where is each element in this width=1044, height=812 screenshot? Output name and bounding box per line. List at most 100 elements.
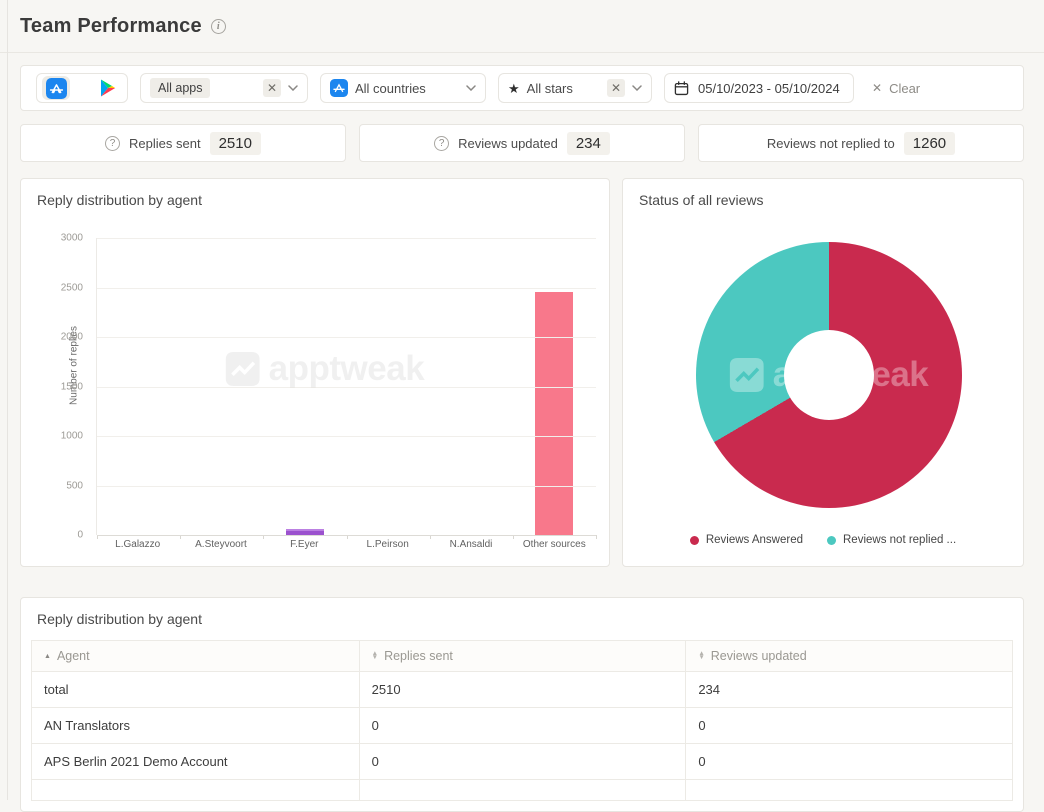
stat-value: 1260 [904, 132, 955, 155]
legend-label: Reviews Answered [706, 534, 803, 546]
sort-icon[interactable]: ▲▼ [372, 652, 378, 660]
help-icon[interactable]: ? [434, 136, 449, 151]
y-axis-ticks: 050010001500200025003000 [21, 238, 91, 535]
donut-hole [784, 330, 874, 420]
column-header-agent[interactable]: ▲ Agent [32, 641, 360, 672]
table-row [32, 780, 1013, 801]
stat-label: Reviews updated [458, 136, 558, 151]
stars-filter[interactable]: ★ All stars ✕ [498, 73, 652, 103]
x-axis-label: N.Ansaldi [429, 539, 512, 550]
agents-table: ▲ Agent ▲▼ Replies sent ▲▼ Reviews updated to… [31, 640, 1013, 801]
x-axis-label: F.Eyer [263, 539, 346, 550]
stat-value: 234 [567, 132, 610, 155]
table-cell: total [32, 672, 360, 708]
star-icon: ★ [508, 82, 520, 95]
google-play-toggle-button[interactable] [94, 76, 122, 100]
stat-label: Replies sent [129, 136, 201, 151]
bar [535, 292, 573, 535]
grid-line [97, 238, 596, 239]
column-header-label: Replies sent [384, 649, 453, 663]
apps-filter[interactable]: All apps ✕ [140, 73, 308, 103]
sort-icon[interactable]: ▲▼ [698, 652, 704, 660]
chart-title: Status of all reviews [639, 192, 764, 208]
info-icon[interactable]: i [211, 19, 226, 34]
app-store-icon [46, 78, 67, 99]
legend-dot [690, 536, 699, 545]
table-title: Reply distribution by agent [37, 611, 1013, 627]
legend-item: Reviews Answered [690, 534, 803, 546]
table-cell [359, 780, 686, 801]
chart-title: Reply distribution by agent [37, 192, 202, 208]
countries-filter[interactable]: All countries [320, 73, 486, 103]
table-row: APS Berlin 2021 Demo Account00 [32, 744, 1013, 780]
date-range-picker[interactable]: 05/10/2023 - 05/10/2024 [664, 73, 854, 103]
close-icon: ✕ [872, 81, 882, 95]
grid-line [97, 486, 596, 487]
countries-filter-label: All countries [355, 81, 426, 96]
page-title: Team Performance [20, 15, 202, 38]
grid-line [97, 288, 596, 289]
apps-clear-icon[interactable]: ✕ [263, 79, 281, 97]
column-header-inner: ▲▼ Replies sent [372, 649, 674, 663]
sort-asc-icon[interactable]: ▲ [44, 653, 51, 660]
column-header-inner: ▲▼ Reviews updated [698, 649, 1000, 663]
clear-filters-label: Clear [889, 81, 920, 96]
date-range-value: 05/10/2023 - 05/10/2024 [698, 81, 840, 96]
stat-card-replies-sent: ? Replies sent 2510 [20, 124, 346, 162]
bar-chart-plot [96, 238, 596, 535]
legend-item: Reviews not replied ... [827, 534, 956, 546]
column-header-reviews-updated[interactable]: ▲▼ Reviews updated [686, 641, 1013, 672]
app-store-icon [330, 79, 348, 97]
clear-filters-button[interactable]: ✕ Clear [872, 81, 920, 96]
column-header-inner: ▲ Agent [44, 649, 347, 663]
table-cell: 0 [359, 708, 686, 744]
stat-value: 2510 [210, 132, 261, 155]
column-header-replies-sent[interactable]: ▲▼ Replies sent [359, 641, 686, 672]
x-axis-label: L.Galazzo [96, 539, 179, 550]
stat-label: Reviews not replied to [767, 136, 895, 151]
grid-line [97, 337, 596, 338]
store-toggle [36, 73, 128, 103]
table-row: total2510234 [32, 672, 1013, 708]
help-icon[interactable]: ? [105, 136, 120, 151]
chart-legend: Reviews Answered Reviews not replied ... [623, 534, 1023, 546]
grid-line [97, 535, 596, 536]
legend-label: Reviews not replied ... [843, 534, 956, 546]
legend-dot [827, 536, 836, 545]
table-cell: 234 [686, 672, 1013, 708]
y-tick-label: 1000 [61, 431, 83, 442]
x-axis-labels: L.GalazzoA.SteyvoortF.EyerL.PeirsonN.Ans… [96, 539, 596, 550]
grid-line [97, 436, 596, 437]
x-axis-label: L.Peirson [346, 539, 429, 550]
stat-card-reviews-updated: ? Reviews updated 234 [359, 124, 685, 162]
column-header-label: Agent [57, 649, 90, 663]
window-edge [7, 0, 8, 800]
table-cell: AN Translators [32, 708, 360, 744]
page-header: Team Performance i [0, 0, 1044, 53]
chevron-down-icon[interactable] [466, 85, 476, 91]
table-cell: 0 [686, 708, 1013, 744]
y-tick-label: 2000 [61, 332, 83, 343]
apps-filter-chip[interactable]: All apps [150, 78, 210, 98]
table-cell [32, 780, 360, 801]
x-axis-label: Other sources [513, 539, 596, 550]
app-store-toggle-button[interactable] [42, 76, 70, 100]
chevron-down-icon[interactable] [288, 85, 298, 91]
y-tick-label: 0 [77, 530, 83, 541]
table-cell: 0 [359, 744, 686, 780]
filter-bar: All apps ✕ All countries ★ All stars ✕ [20, 65, 1024, 111]
x-tickmark [596, 535, 597, 539]
stat-card-reviews-not-replied: Reviews not replied to 1260 [698, 124, 1024, 162]
y-tick-label: 2500 [61, 282, 83, 293]
table-row: AN Translators00 [32, 708, 1013, 744]
table-cell [686, 780, 1013, 801]
stars-filter-label: All stars [527, 81, 573, 96]
stars-clear-icon[interactable]: ✕ [607, 79, 625, 97]
bar-chart-card: Reply distribution by agent Number of re… [20, 178, 610, 567]
column-header-label: Reviews updated [711, 649, 807, 663]
chevron-down-icon[interactable] [632, 85, 642, 91]
donut-chart-card: Status of all reviews apptweak Reviews A… [622, 178, 1024, 567]
grid-line [97, 387, 596, 388]
stats-row: ? Replies sent 2510 ? Reviews updated 23… [20, 124, 1024, 162]
calendar-icon [674, 81, 689, 96]
